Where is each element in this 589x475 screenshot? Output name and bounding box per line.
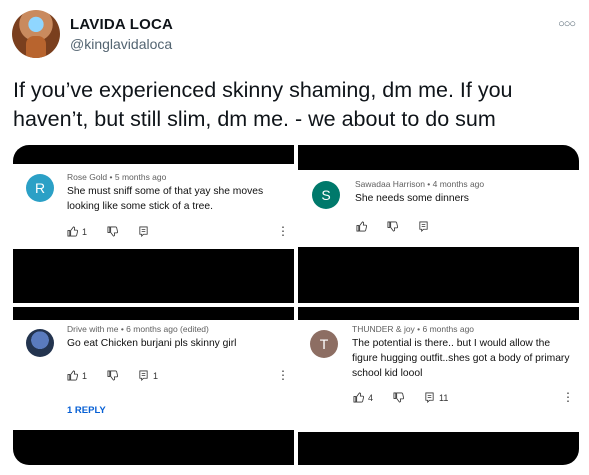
comment-card: Drive with me • 6 months ago (edited) Go… [13, 320, 294, 430]
like-button[interactable]: 1 [67, 226, 87, 237]
comment-actions: 1 [67, 226, 169, 237]
thumbs-up-icon [353, 392, 364, 403]
reply-icon [139, 370, 148, 381]
comment-actions: 4 11 [353, 392, 468, 403]
media-panel-1[interactable]: R Rose Gold • 5 months ago She must snif… [13, 145, 294, 303]
dislike-button[interactable] [387, 221, 398, 232]
tweet-media-grid[interactable]: R Rose Gold • 5 months ago She must snif… [13, 145, 579, 465]
comment-card: S Sawadaa Harrison • 4 months ago She ne… [298, 170, 579, 247]
comment-text: She needs some dinners [355, 193, 469, 204]
comment-meta: Rose Gold • 5 months ago [67, 172, 167, 182]
like-button[interactable] [356, 221, 367, 232]
reply-icon [425, 392, 434, 403]
comment-text: The potential is there.. but I would all… [352, 338, 570, 379]
dislike-button[interactable] [393, 392, 405, 403]
dislike-button[interactable] [107, 370, 119, 381]
reply-icon [419, 221, 428, 232]
author-handle[interactable]: @kinglavidaloca [70, 36, 172, 52]
avatar[interactable]: R [26, 174, 54, 202]
dislike-button[interactable] [107, 226, 119, 237]
thumbs-up-icon [67, 370, 78, 381]
reply-button[interactable] [418, 221, 429, 232]
comment-text: Go eat Chicken burjani pls skinny girl [67, 338, 237, 349]
comment-menu-icon[interactable]: ⋮ [277, 369, 289, 381]
reply-icon [139, 226, 148, 237]
like-count: 1 [82, 226, 88, 237]
like-button[interactable]: 4 [353, 392, 373, 403]
comment-meta: THUNDER & joy • 6 months ago [352, 324, 475, 334]
avatar[interactable]: T [310, 330, 338, 358]
comment-card: T THUNDER & joy • 6 months ago The poten… [298, 320, 579, 432]
reply-button[interactable] [138, 226, 149, 237]
media-panel-3[interactable]: Drive with me • 6 months ago (edited) Go… [13, 307, 294, 465]
thumbs-down-icon [107, 226, 119, 237]
comment-menu-icon[interactable]: ⋮ [562, 391, 574, 403]
more-icon[interactable]: ○○○ [558, 18, 576, 30]
tweet-header: LAVIDA LOCA @kinglavidaloca ○○○ [12, 10, 577, 62]
media-panel-4[interactable]: T THUNDER & joy • 6 months ago The poten… [298, 307, 579, 465]
like-count: 1 [82, 370, 88, 381]
comment-meta: Drive with me • 6 months ago (edited) [67, 324, 209, 334]
thumbs-up-icon [356, 221, 367, 232]
media-panel-2[interactable]: S Sawadaa Harrison • 4 months ago She ne… [298, 145, 579, 303]
comment-text: She must sniff some of that yay she move… [67, 186, 264, 212]
author-name[interactable]: LAVIDA LOCA [70, 16, 173, 33]
reply-button[interactable]: 1 [138, 370, 158, 381]
avatar[interactable]: S [312, 181, 340, 209]
thumbs-down-icon [393, 392, 405, 403]
comment-actions: 1 1 [67, 370, 178, 381]
comment-menu-icon[interactable]: ⋮ [277, 225, 289, 237]
comment-card: R Rose Gold • 5 months ago She must snif… [13, 164, 294, 249]
reply-button[interactable]: 11 [424, 392, 448, 403]
comment-actions [356, 221, 449, 232]
avatar[interactable] [26, 329, 54, 357]
reply-count: 11 [439, 392, 449, 403]
like-count: 4 [368, 392, 374, 403]
view-replies-link[interactable]: 1 REPLY [67, 405, 106, 416]
tweet-text: If you’ve experienced skinny shaming, dm… [13, 78, 513, 131]
reply-count: 1 [153, 370, 159, 381]
comment-meta: Sawadaa Harrison • 4 months ago [355, 179, 485, 189]
avatar[interactable] [12, 10, 60, 58]
thumbs-down-icon [107, 370, 119, 381]
thumbs-up-icon [67, 226, 78, 237]
like-button[interactable]: 1 [67, 370, 87, 381]
thumbs-down-icon [387, 221, 398, 232]
